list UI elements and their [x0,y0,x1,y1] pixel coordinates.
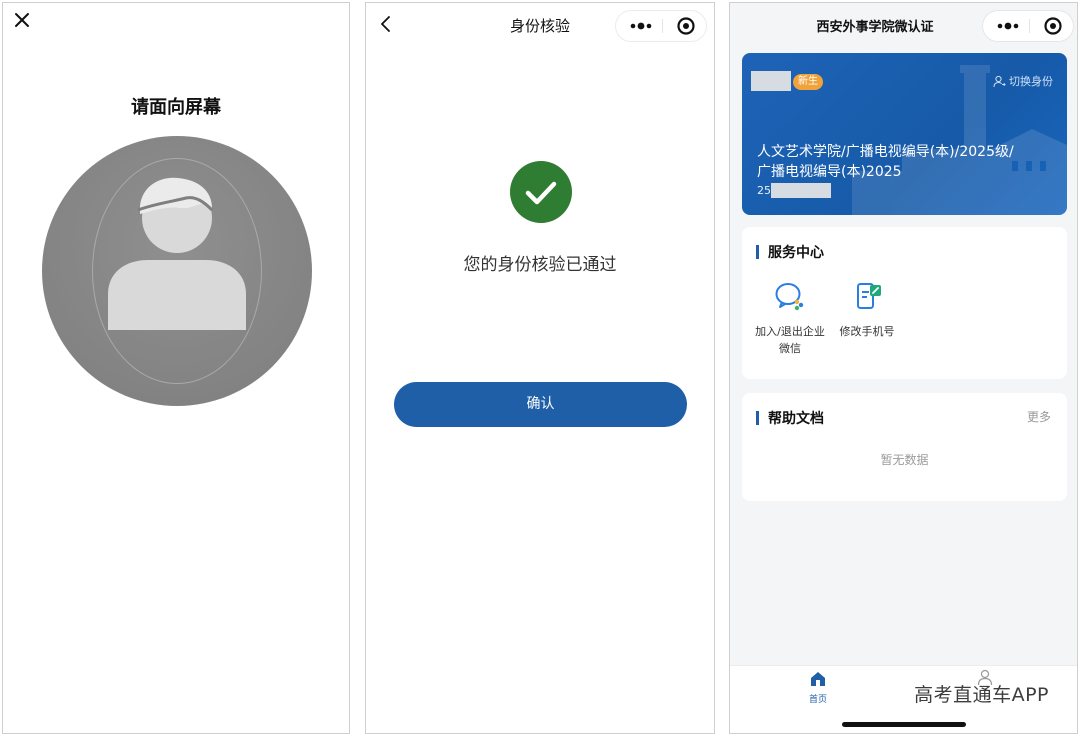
user-switch-icon [993,75,1006,87]
section-title: 帮助文档 [768,411,824,427]
verification-result-screen: 身份核验 您的身份核验已通过 确认 [365,2,715,734]
more-dots-icon[interactable] [989,11,1027,41]
empty-state-text: 暂无数据 [880,453,929,467]
capsule-divider [662,19,663,33]
more-dots-icon[interactable] [622,11,660,41]
identity-card[interactable]: 新生 切换身份 人文艺术学院/广播电视编导(本)/2025级/ 广播电视编导(本… [742,53,1067,215]
switch-identity-label: 切换身份 [1009,75,1053,88]
campus-auth-home-screen: 西安外事学院微认证 新生 切换身份 人文艺术学院/广播电视编导(本)/2025级… [729,2,1078,734]
service-item-label: 修改手机号 [839,325,895,338]
header: 西安外事学院微认证 [730,3,1077,49]
miniprogram-capsule [982,10,1074,42]
switch-identity-button[interactable]: 切换身份 [993,73,1053,89]
miniprogram-capsule [615,10,707,42]
face-capture-screen: 请面向屏幕 [2,2,350,734]
student-id-prefix: 25 [757,184,771,197]
home-indicator [842,722,966,727]
close-miniprogram-icon[interactable] [1035,11,1071,41]
section-title: 服务中心 [768,245,824,261]
help-docs-section: 帮助文档 更多 暂无数据 [742,393,1067,501]
class-text: 广播电视编导(本)2025 [757,164,902,180]
close-icon[interactable] [11,9,33,31]
service-center-section: 服务中心 加入/退出企业微信 修改手机号 [742,227,1067,379]
success-check-icon [510,161,572,223]
service-item-label: 加入/退出企业微信 [755,325,825,355]
face-prompt-title: 请面向屏幕 [131,97,221,118]
phone-edit-icon [850,279,884,313]
capsule-divider [1029,19,1030,33]
page-title: 西安外事学院微认证 [816,20,934,35]
tab-home-label: 首页 [808,695,827,705]
service-item-change-phone[interactable]: 修改手机号 [831,279,903,340]
status-badge: 新生 [793,74,823,90]
service-item-wecom[interactable]: 加入/退出企业微信 [754,279,826,357]
college-major-text: 人文艺术学院/广播电视编导(本)/2025级/ [757,144,1014,160]
wecom-icon [773,279,807,313]
section-accent-bar [756,245,759,259]
close-miniprogram-icon[interactable] [668,11,704,41]
home-icon [811,672,825,686]
section-accent-bar [756,411,759,425]
name-mask [751,71,791,91]
tab-home[interactable]: 首页 [800,670,836,705]
student-id-mask [771,183,831,198]
avatar-silhouette-icon [108,177,246,330]
face-capture-area [42,136,312,406]
more-link[interactable]: 更多 [1027,408,1051,425]
watermark-text: 高考直通车APP [914,684,1049,706]
verification-status-text: 您的身份核验已通过 [463,255,617,275]
confirm-button[interactable]: 确认 [394,382,687,427]
